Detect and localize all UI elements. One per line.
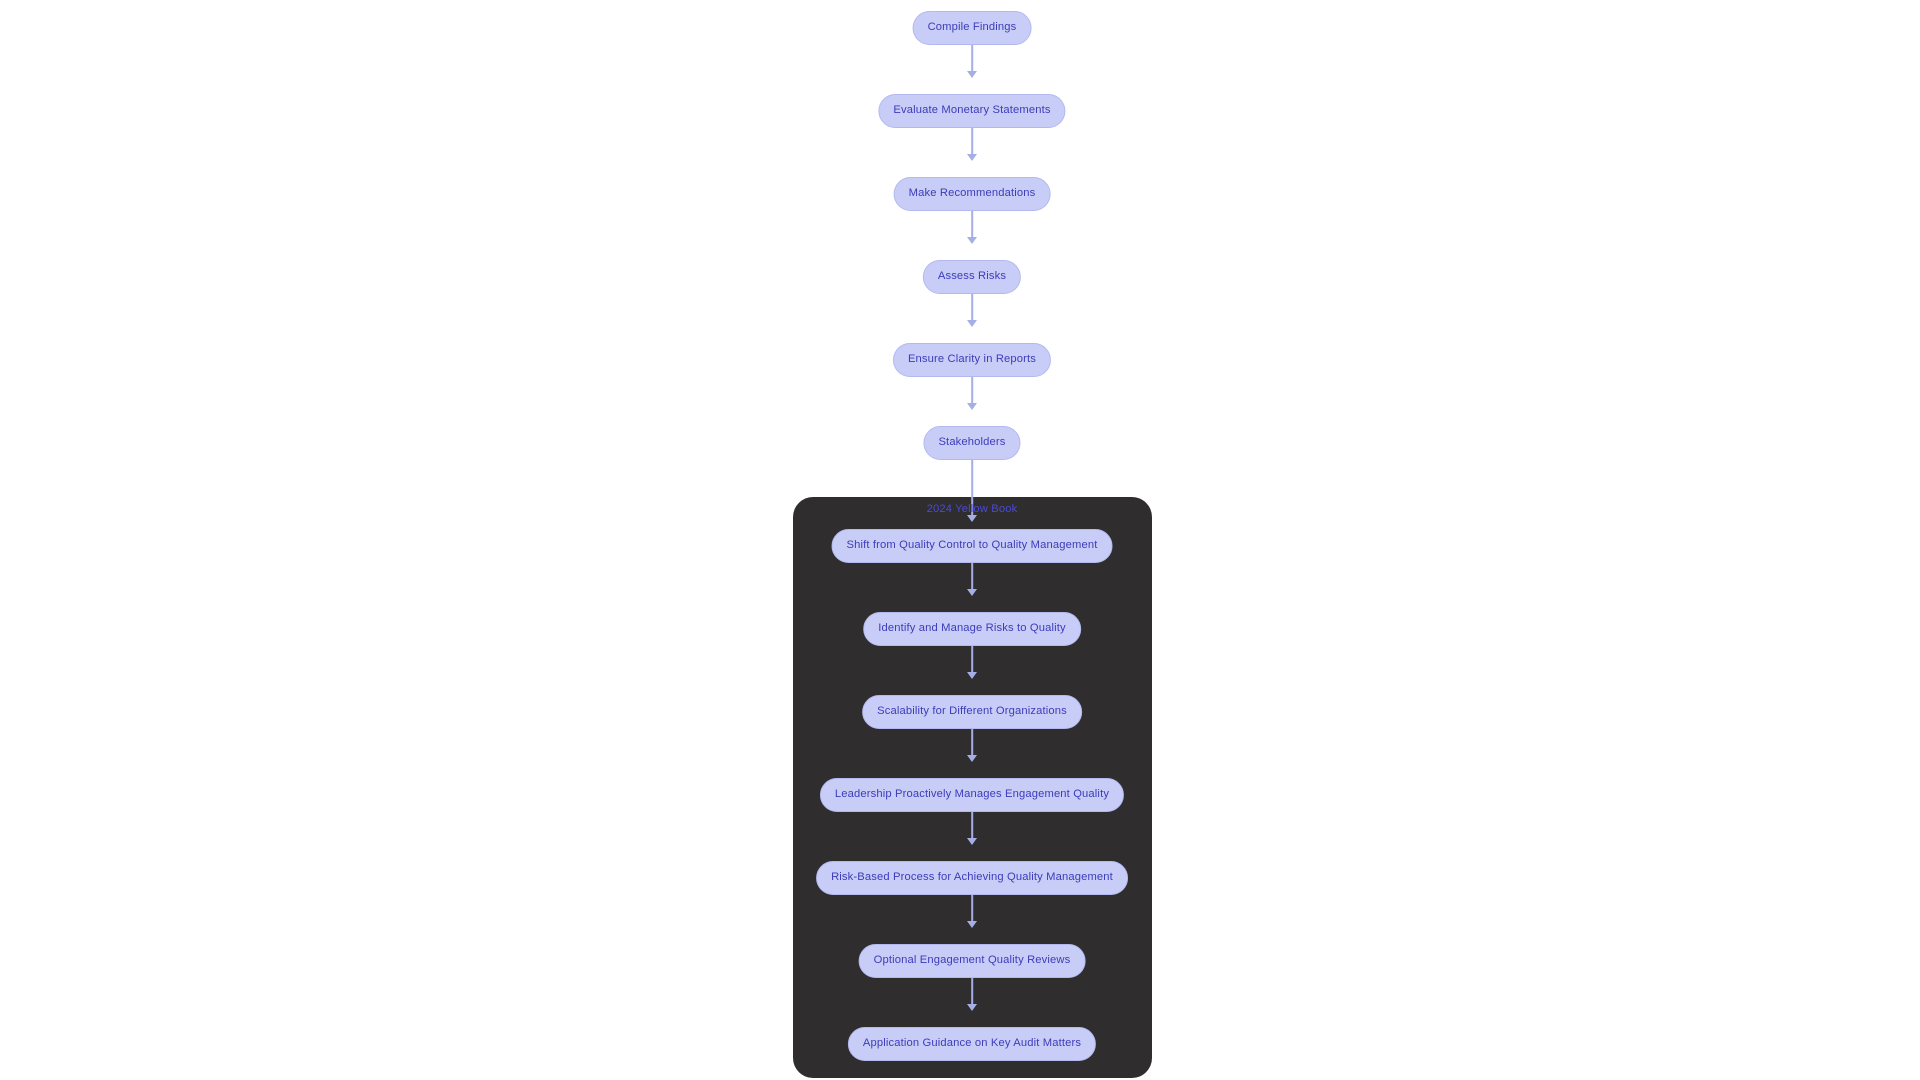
node-label: Application Guidance on Key Audit Matter…	[862, 1037, 1082, 1050]
edge-line-n1-n2	[971, 45, 973, 73]
node-optional-engagement-quality-reviews[interactable]: Optional Engagement Quality Reviews	[858, 944, 1086, 978]
edge-arrow-p2-p3	[967, 672, 977, 679]
edge-arrow-p6-p7	[967, 1004, 977, 1011]
edge-line-p5-p6	[971, 895, 973, 923]
node-label: Make Recommendations	[908, 187, 1036, 200]
edge-arrow-p5-p6	[967, 921, 977, 928]
node-scalability-for-different-organizations[interactable]: Scalability for Different Organizations	[862, 695, 1082, 729]
node-label: Compile Findings	[927, 21, 1017, 34]
node-compile-findings[interactable]: Compile Findings	[912, 11, 1032, 45]
node-stakeholders[interactable]: Stakeholders	[923, 426, 1021, 460]
node-ensure-clarity-in-reports[interactable]: Ensure Clarity in Reports	[892, 343, 1052, 377]
node-leadership-manages-engagement-quality[interactable]: Leadership Proactively Manages Engagemen…	[819, 778, 1125, 812]
edge-line-p1-p2	[971, 563, 973, 591]
edge-arrow-p4-p5	[967, 838, 977, 845]
edge-label-2024-yellow-book: 2024 Yellow Book	[926, 503, 1018, 515]
edge-line-p6-p7	[971, 978, 973, 1006]
edge-line-p4-p5	[971, 812, 973, 840]
node-label: Assess Risks	[937, 270, 1007, 283]
edge-line-p3-p4	[971, 729, 973, 757]
edge-arrow-n6-p1	[967, 515, 977, 522]
node-label: Leadership Proactively Manages Engagemen…	[834, 788, 1110, 801]
node-label: Optional Engagement Quality Reviews	[873, 954, 1071, 967]
edge-arrow-n1-n2	[967, 71, 977, 78]
node-evaluate-monetary-statements[interactable]: Evaluate Monetary Statements	[878, 94, 1066, 128]
edge-arrow-n5-n6	[967, 403, 977, 410]
flowchart-canvas: Compile Findings Evaluate Monetary State…	[0, 0, 1920, 1080]
edge-line-p2-p3	[971, 646, 973, 674]
node-label: Shift from Quality Control to Quality Ma…	[846, 539, 1098, 552]
edge-line-n3-n4	[971, 211, 973, 239]
edge-arrow-n3-n4	[967, 237, 977, 244]
edge-arrow-p1-p2	[967, 589, 977, 596]
edge-arrow-n2-n3	[967, 154, 977, 161]
node-shift-quality-control-to-management[interactable]: Shift from Quality Control to Quality Ma…	[831, 529, 1113, 563]
node-risk-based-process-quality-management[interactable]: Risk-Based Process for Achieving Quality…	[816, 861, 1128, 895]
node-label: Risk-Based Process for Achieving Quality…	[831, 871, 1113, 884]
node-label: Identify and Manage Risks to Quality	[878, 622, 1066, 635]
node-label: Ensure Clarity in Reports	[907, 353, 1037, 366]
edge-arrow-n4-n5	[967, 320, 977, 327]
edge-arrow-p3-p4	[967, 755, 977, 762]
node-label: Scalability for Different Organizations	[877, 705, 1067, 718]
edge-line-n2-n3	[971, 128, 973, 156]
node-application-guidance-key-audit-matters[interactable]: Application Guidance on Key Audit Matter…	[847, 1027, 1097, 1061]
node-label: Stakeholders	[938, 436, 1006, 449]
node-label: Evaluate Monetary Statements	[893, 104, 1051, 117]
edge-line-n4-n5	[971, 294, 973, 322]
edge-line-n5-n6	[971, 377, 973, 405]
node-identify-manage-risks-to-quality[interactable]: Identify and Manage Risks to Quality	[863, 612, 1081, 646]
node-make-recommendations[interactable]: Make Recommendations	[893, 177, 1051, 211]
node-assess-risks[interactable]: Assess Risks	[922, 260, 1022, 294]
